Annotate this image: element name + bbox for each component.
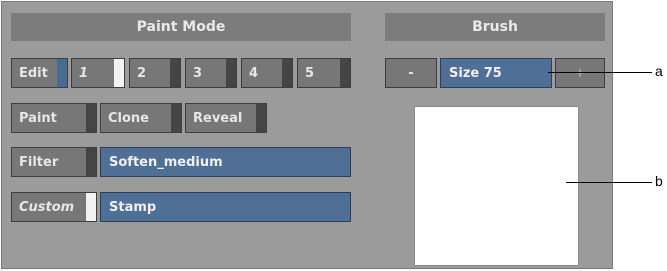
brush-preview: [414, 106, 579, 266]
paint-label: Paint: [19, 110, 57, 126]
edit-button[interactable]: Edit: [11, 58, 68, 88]
slot-1-label: 1: [79, 65, 89, 81]
slot-3-button[interactable]: 3: [185, 58, 237, 88]
reveal-label: Reveal: [193, 110, 243, 126]
slot-2-label: 2: [137, 65, 147, 81]
edit-label: Edit: [19, 65, 48, 81]
clone-button[interactable]: Clone: [100, 103, 182, 133]
custom-field[interactable]: Stamp: [100, 192, 351, 222]
paint-mode-header: Paint Mode: [11, 13, 351, 41]
custom-button[interactable]: Custom: [11, 192, 97, 222]
slot-5-label: 5: [305, 65, 315, 81]
slot-4-label: 4: [249, 65, 259, 81]
callout-a-label: a: [655, 63, 663, 79]
custom-value: Stamp: [109, 199, 157, 215]
clone-label: Clone: [108, 110, 149, 126]
paint-panel: Paint Mode Edit 1 2 3 4 5 Paint Clone Re…: [1, 1, 613, 269]
size-increase-button[interactable]: +: [555, 58, 605, 88]
callout-b-label: b: [655, 173, 663, 189]
callout-a-line: [548, 72, 652, 73]
minus-label: -: [408, 65, 414, 81]
brush-size-value: Size 75: [449, 65, 502, 81]
slot-1-button[interactable]: 1: [71, 58, 125, 88]
custom-label: Custom: [19, 199, 75, 215]
filter-label: Filter: [19, 154, 59, 170]
filter-button[interactable]: Filter: [11, 147, 97, 177]
slot-2-button[interactable]: 2: [129, 58, 181, 88]
size-decrease-button[interactable]: -: [385, 58, 437, 88]
filter-value: Soften_medium: [109, 154, 223, 170]
slot-3-label: 3: [193, 65, 203, 81]
brush-size-field[interactable]: Size 75: [440, 58, 552, 88]
slot-5-button[interactable]: 5: [297, 58, 351, 88]
reveal-button[interactable]: Reveal: [185, 103, 267, 133]
brush-header: Brush: [385, 13, 605, 41]
callout-b-line: [566, 182, 652, 183]
paint-button[interactable]: Paint: [11, 103, 97, 133]
filter-field[interactable]: Soften_medium: [100, 147, 351, 177]
slot-4-button[interactable]: 4: [241, 58, 293, 88]
plus-label: +: [574, 65, 586, 81]
